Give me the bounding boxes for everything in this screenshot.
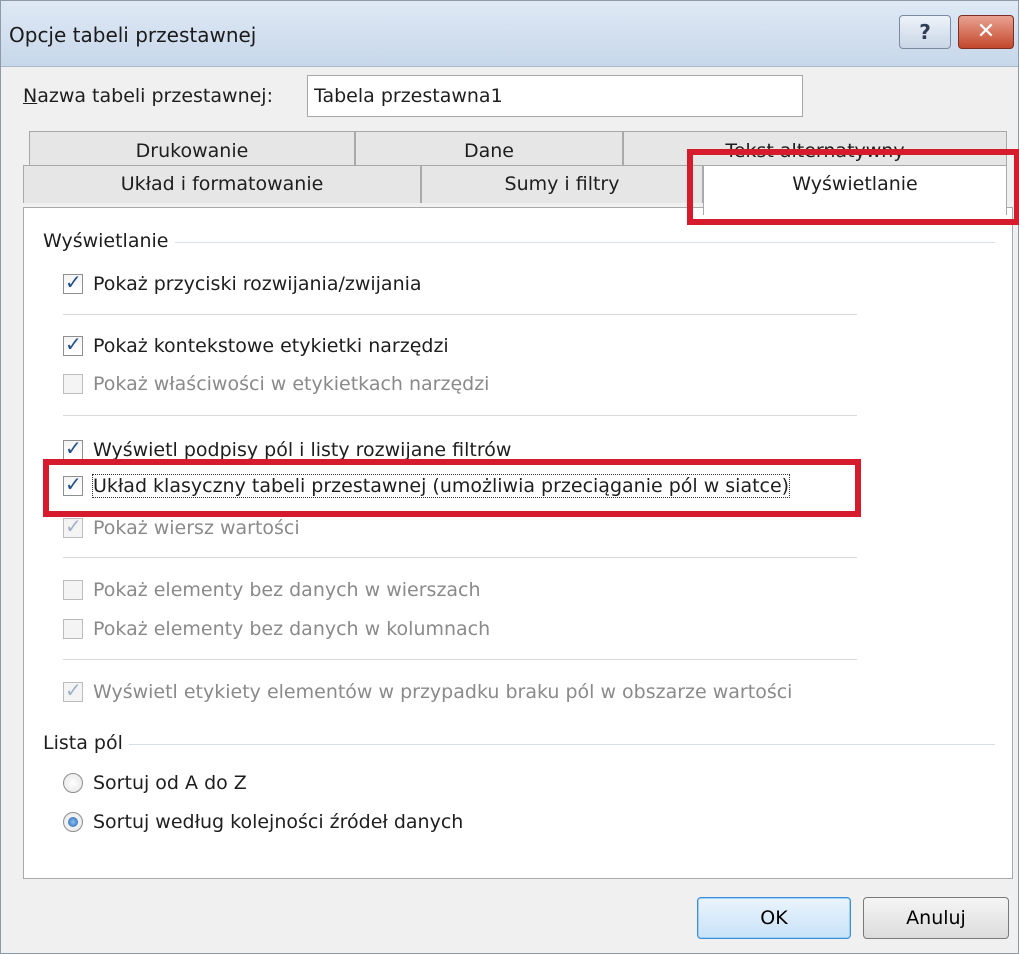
help-icon: ?	[919, 20, 931, 44]
radio-label: Sortuj według kolejności źródeł danych	[93, 811, 464, 833]
help-button[interactable]: ?	[899, 15, 951, 49]
checkbox-contextual-tooltips[interactable]: Pokaż kontekstowe etykietki narzędzi	[63, 332, 449, 359]
checkbox-field-captions-filters[interactable]: Wyświetl podpisy pól i listy rozwijane f…	[63, 436, 512, 463]
checkbox-empty-items-columns[interactable]: Pokaż elementy bez danych w kolumnach	[63, 616, 490, 642]
tab-data[interactable]: Dane	[355, 131, 623, 167]
group-line-field-list	[43, 744, 995, 745]
checkbox-show-expand-collapse[interactable]: Pokaż przyciski rozwijania/zwijania	[63, 270, 422, 297]
checkbox-label: Pokaż wiersz wartości	[93, 517, 300, 539]
radio-button[interactable]	[63, 812, 83, 832]
table-name-label: Nazwa tabeli przestawnej:	[23, 85, 273, 107]
pivot-options-dialog: Opcje tabeli przestawnej ? ✕ Nazwa tabel…	[0, 0, 1019, 954]
tab-alt-text[interactable]: Tekst alternatywny	[623, 131, 1007, 167]
dialog-title: Opcje tabeli przestawnej	[9, 23, 257, 47]
checkbox-box[interactable]	[63, 619, 83, 639]
radio-sort-a-z[interactable]: Sortuj od A do Z	[63, 770, 247, 796]
radio-sort-source-order[interactable]: Sortuj według kolejności źródeł danych	[63, 809, 463, 835]
checkbox-box[interactable]	[63, 678, 83, 702]
separator	[63, 314, 857, 315]
tab-layout-format[interactable]: Układ i formatowanie	[23, 165, 421, 203]
radio-button[interactable]	[63, 773, 83, 793]
tab-totals-filters[interactable]: Sumy i filtry	[421, 165, 703, 203]
checkbox-label: Wyświetl etykiety elementów w przypadku …	[93, 681, 793, 703]
checkbox-box[interactable]	[63, 374, 83, 394]
close-button[interactable]: ✕	[958, 15, 1014, 49]
radio-label: Sortuj od A do Z	[93, 772, 247, 794]
table-name-input[interactable]	[307, 75, 803, 117]
checkbox-label: Pokaż właściwości w etykietkach narzędzi	[93, 373, 490, 395]
checkbox-empty-items-rows[interactable]: Pokaż elementy bez danych w wierszach	[63, 577, 481, 603]
checkbox-label: Pokaż przyciski rozwijania/zwijania	[93, 273, 422, 295]
checkbox-label: Wyświetl podpisy pól i listy rozwijane f…	[93, 439, 512, 461]
checkbox-label: Pokaż elementy bez danych w kolumnach	[93, 618, 491, 640]
checkbox-classic-layout[interactable]: Układ klasyczny tabeli przestawnej (umoż…	[63, 472, 791, 499]
group-title-field-list: Lista pól	[43, 732, 129, 754]
checkbox-label: Układ klasyczny tabeli przestawnej (umoż…	[91, 474, 791, 498]
separator	[63, 659, 857, 660]
checkbox-item-labels-no-fields[interactable]: Wyświetl etykiety elementów w przypadku …	[63, 678, 793, 705]
checkbox-label: Pokaż kontekstowe etykietki narzędzi	[93, 335, 449, 357]
separator	[63, 557, 857, 558]
group-title-display: Wyświetlanie	[43, 230, 175, 252]
checkbox-box[interactable]	[63, 270, 83, 294]
checkbox-box[interactable]	[63, 332, 83, 356]
checkbox-label: Pokaż elementy bez danych w wierszach	[93, 579, 481, 601]
tab-display[interactable]: Wyświetlanie	[703, 165, 1007, 215]
checkbox-properties-in-tooltips[interactable]: Pokaż właściwości w etykietkach narzędzi	[63, 371, 489, 397]
cancel-button[interactable]: Anuluj	[863, 897, 1009, 939]
checkbox-values-row[interactable]: Pokaż wiersz wartości	[63, 514, 300, 541]
title-bar[interactable]: Opcje tabeli przestawnej ? ✕	[1, 1, 1018, 67]
table-name-label-accesskey: N	[23, 85, 38, 107]
table-name-label-text: azwa tabeli przestawnej:	[37, 85, 273, 107]
close-icon: ✕	[976, 19, 996, 44]
group-line-display	[43, 242, 995, 243]
separator	[63, 415, 857, 416]
checkbox-box[interactable]	[63, 514, 83, 538]
tab-printing[interactable]: Drukowanie	[29, 131, 355, 167]
checkbox-box[interactable]	[63, 436, 83, 460]
checkbox-box[interactable]	[63, 472, 83, 496]
checkbox-box[interactable]	[63, 580, 83, 600]
ok-button[interactable]: OK	[697, 897, 851, 939]
